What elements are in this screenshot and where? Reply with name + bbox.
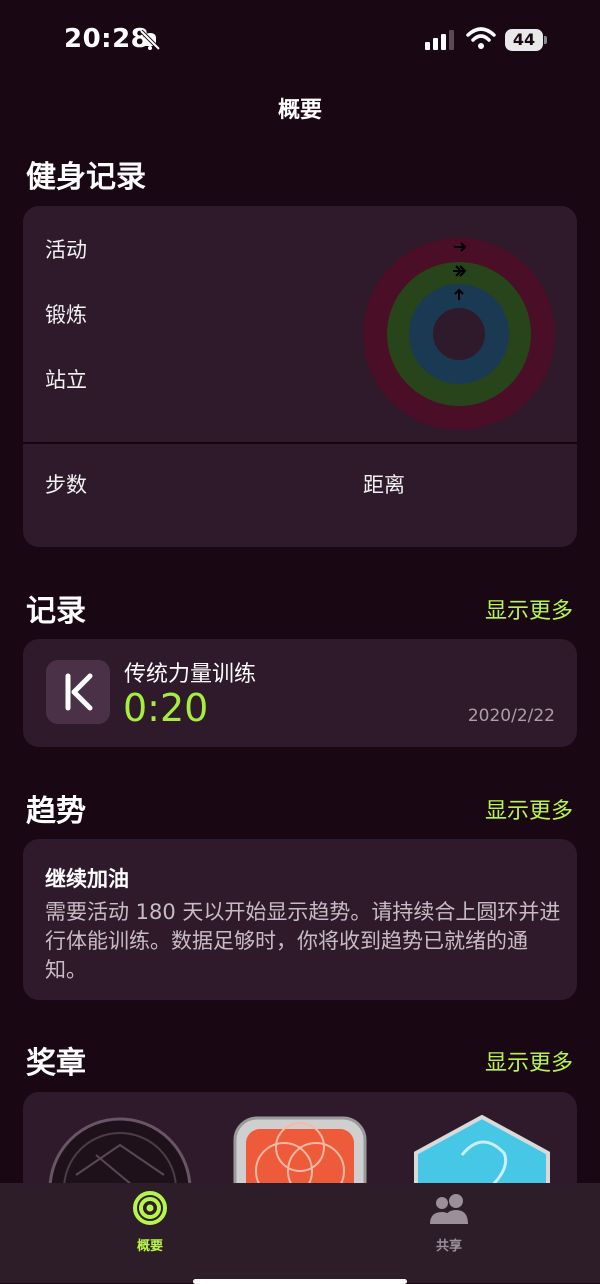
trends-heading: 趋势 xyxy=(26,794,86,829)
tab-bar xyxy=(0,1183,600,1283)
sharing-people-icon xyxy=(421,1190,477,1230)
fitness-record-heading: 健身记录 xyxy=(26,160,146,195)
move-ring-label: 活动 xyxy=(45,238,87,262)
battery-indicator: 44 xyxy=(505,29,543,51)
exercise-ring-label: 锻炼 xyxy=(45,303,87,327)
summary-rings-icon xyxy=(122,1190,178,1230)
bell-muted-icon xyxy=(138,28,162,52)
records-show-more-link[interactable]: 显示更多 xyxy=(485,593,573,625)
activity-rings-chart xyxy=(359,234,559,438)
trends-card-body: 需要活动 180 天以开始显示趋势。请持续合上圆环并进行体能训练。数据足够时，你… xyxy=(45,900,561,982)
records-heading: 记录 xyxy=(26,594,86,629)
tab-sharing[interactable]: 共享 xyxy=(421,1190,477,1254)
stand-ring-label: 站立 xyxy=(45,368,87,392)
steps-label: 步数 xyxy=(45,473,87,497)
tab-summary-label: 概要 xyxy=(136,1239,163,1254)
cellular-signal-icon xyxy=(425,30,457,54)
workout-duration: 0:20 xyxy=(123,686,209,730)
wifi-icon xyxy=(466,26,496,54)
awards-show-more-link[interactable]: 显示更多 xyxy=(485,1045,573,1077)
awards-heading: 奖章 xyxy=(26,1046,86,1081)
keep-app-icon xyxy=(46,660,110,724)
card-divider xyxy=(23,442,577,444)
battery-tip xyxy=(544,36,547,44)
page-title: 概要 xyxy=(277,98,322,123)
workout-name: 传统力量训练 xyxy=(124,662,257,687)
tab-sharing-label: 共享 xyxy=(435,1239,462,1254)
trends-card-title: 继续加油 xyxy=(45,867,129,891)
tab-summary[interactable]: 概要 xyxy=(122,1190,178,1254)
trends-show-more-link[interactable]: 显示更多 xyxy=(485,793,573,825)
home-indicator xyxy=(193,1279,407,1284)
distance-label: 距离 xyxy=(363,473,405,497)
workout-date: 2020/2/22 xyxy=(467,706,555,726)
status-time: 20:28 xyxy=(64,24,150,54)
